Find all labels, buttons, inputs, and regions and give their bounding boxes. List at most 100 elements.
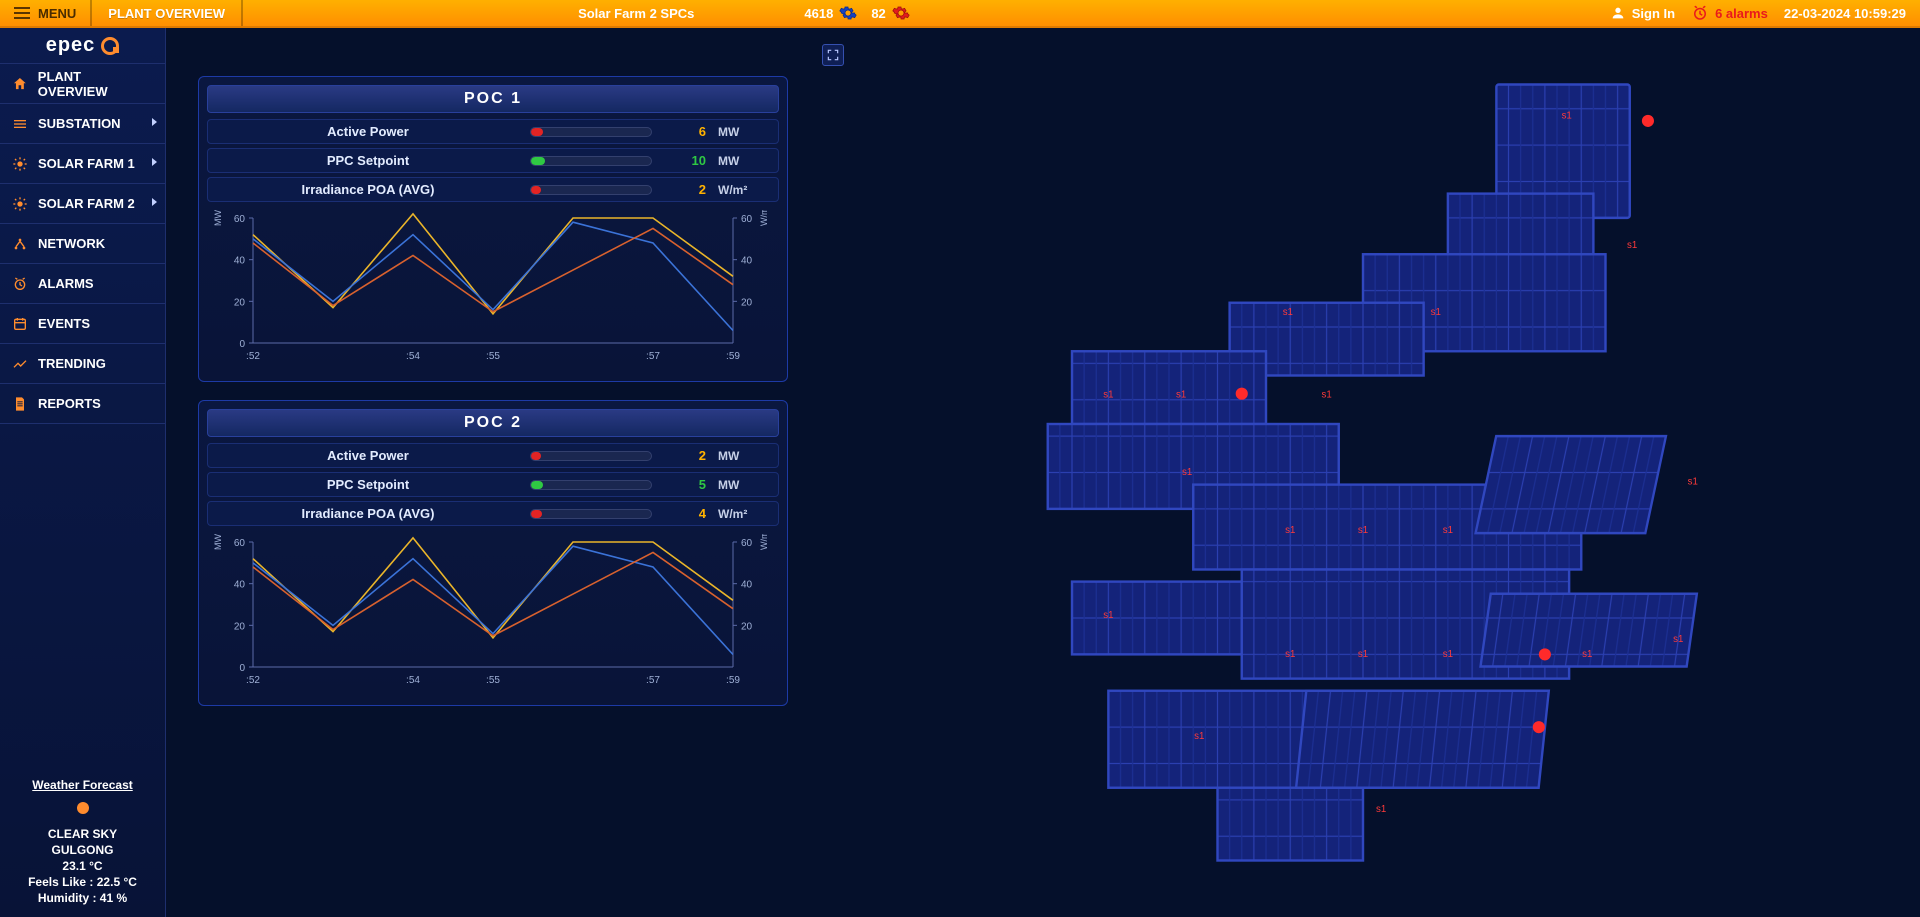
weather-temp: 23.1 °C — [8, 859, 157, 873]
sidebar-nav: PLANT OVERVIEW SUBSTATION SOLAR FARM 1 SOLA… — [0, 64, 165, 424]
poc1-row-1: PPC Setpoint10MW — [207, 148, 779, 173]
poc2-row-0: Active Power2MW — [207, 443, 779, 468]
svg-text:s1: s1 — [1285, 649, 1295, 660]
svg-text:40: 40 — [234, 256, 246, 267]
menu-button[interactable]: MENU — [0, 0, 92, 26]
sidebar-item-alarms[interactable]: ALARMS — [0, 264, 165, 304]
row-bar — [530, 451, 652, 461]
sidebar-item-label: REPORTS — [38, 396, 101, 411]
site-map[interactable]: s1 s1 s1 s1 s1 s1 s1 s1 s1 s1 s1 s1 s1 s… — [816, 36, 1910, 909]
sidebar-item-trending[interactable]: TRENDING — [0, 344, 165, 384]
row-unit: MW — [718, 125, 768, 139]
sidebar-item-label: ALARMS — [38, 276, 94, 291]
svg-text:s1: s1 — [1562, 110, 1572, 121]
row-bar — [530, 185, 652, 195]
poc2-row-2: Irradiance POA (AVG)4W/m² — [207, 501, 779, 526]
sidebar-item-solar-farm-1[interactable]: SOLAR FARM 1 — [0, 144, 165, 184]
sidebar-item-label: SOLAR FARM 1 — [38, 156, 135, 171]
svg-text:s1: s1 — [1582, 649, 1592, 660]
svg-text::57: :57 — [646, 675, 660, 686]
row-value: 10 — [664, 153, 706, 168]
left-column: POC 1 Active Power6MWPPC Setpoint10MWIrr… — [166, 28, 806, 917]
svg-text:20: 20 — [234, 621, 246, 632]
sidebar-item-substation[interactable]: SUBSTATION — [0, 104, 165, 144]
row-label: PPC Setpoint — [218, 477, 518, 492]
svg-text:40: 40 — [234, 580, 246, 591]
clock-icon — [12, 276, 28, 292]
top-metrics: 4618 82 — [804, 4, 909, 22]
sidebar-item-reports[interactable]: REPORTS — [0, 384, 165, 424]
svg-text:0: 0 — [239, 339, 245, 350]
svg-text:s1: s1 — [1673, 634, 1683, 645]
svg-text:s1: s1 — [1182, 467, 1192, 478]
row-label: Active Power — [218, 448, 518, 463]
row-value: 5 — [664, 477, 706, 492]
svg-text:s1: s1 — [1285, 525, 1295, 536]
brand[interactable]: epec — [0, 28, 165, 64]
sun-icon — [12, 156, 28, 172]
sidebar-item-label: NETWORK — [38, 236, 105, 251]
svg-text:s1: s1 — [1176, 389, 1186, 400]
svg-text::59: :59 — [726, 675, 740, 686]
menu-label: MENU — [38, 6, 76, 21]
svg-text:20: 20 — [234, 297, 246, 308]
row-bar — [530, 127, 652, 137]
sidebar-item-events[interactable]: EVENTS — [0, 304, 165, 344]
svg-text:s1: s1 — [1283, 307, 1293, 318]
user-icon — [1610, 5, 1626, 21]
svg-text:W/m²: W/m² — [759, 534, 769, 550]
svg-text:s1: s1 — [1103, 389, 1113, 400]
svg-text::54: :54 — [406, 675, 420, 686]
poc1-chart[interactable]: 0204060204060MWW/m²:52:54:55:57:59 — [213, 210, 773, 365]
svg-text:s1: s1 — [1443, 649, 1453, 660]
row-bar — [530, 156, 652, 166]
svg-text:60: 60 — [741, 538, 753, 549]
svg-text:s1: s1 — [1358, 649, 1368, 660]
page-title: Solar Farm 2 SPCs — [578, 6, 694, 21]
metric-2-value: 82 — [871, 6, 885, 21]
svg-text:s1: s1 — [1376, 804, 1386, 815]
sidebar-item-plant-overview[interactable]: PLANT OVERVIEW — [0, 64, 165, 104]
gear-icon-blue — [839, 4, 857, 22]
row-bar — [530, 509, 652, 519]
site-map-svg: s1 s1 s1 s1 s1 s1 s1 s1 s1 s1 s1 s1 s1 s… — [816, 36, 1910, 909]
weather-card: Weather Forecast CLEAR SKY GULGONG 23.1 … — [0, 770, 165, 917]
trend-icon — [12, 356, 28, 372]
main: POC 1 Active Power6MWPPC Setpoint10MWIrr… — [166, 28, 1920, 917]
svg-text:60: 60 — [234, 538, 246, 549]
signin-button[interactable]: Sign In — [1610, 5, 1675, 21]
gear-icon-red — [892, 4, 910, 22]
sidebar-item-label: SOLAR FARM 2 — [38, 196, 135, 211]
topbar: MENU PLANT OVERVIEW Solar Farm 2 SPCs 46… — [0, 0, 1920, 28]
row-unit: W/m² — [718, 183, 768, 197]
metric-1[interactable]: 4618 — [804, 4, 857, 22]
breadcrumb[interactable]: PLANT OVERVIEW — [92, 0, 243, 26]
svg-text::52: :52 — [246, 675, 260, 686]
sidebar-item-network[interactable]: NETWORK — [0, 224, 165, 264]
sidebar-item-solar-farm-2[interactable]: SOLAR FARM 2 — [0, 184, 165, 224]
sun-icon — [12, 196, 28, 212]
sidebar-item-label: SUBSTATION — [38, 116, 121, 131]
row-label: PPC Setpoint — [218, 153, 518, 168]
fullscreen-button[interactable] — [822, 44, 844, 66]
poc1-card: POC 1 Active Power6MWPPC Setpoint10MWIrr… — [198, 76, 788, 382]
sun-icon — [77, 802, 89, 814]
svg-text::57: :57 — [646, 351, 660, 362]
svg-text:s1: s1 — [1358, 525, 1368, 536]
alarms-label: 6 alarms — [1715, 6, 1768, 21]
metric-2[interactable]: 82 — [871, 4, 909, 22]
svg-text:MW: MW — [213, 210, 223, 226]
alarms-indicator[interactable]: 6 alarms — [1691, 4, 1768, 22]
svg-text:s1: s1 — [1103, 610, 1113, 621]
bars-icon — [12, 116, 28, 132]
svg-text::52: :52 — [246, 351, 260, 362]
chevron-right-icon — [152, 118, 157, 126]
svg-text:60: 60 — [234, 214, 246, 225]
signin-label: Sign In — [1632, 6, 1675, 21]
brand-text: epec — [46, 34, 96, 57]
weather-humidity: Humidity : 41 % — [8, 891, 157, 905]
poc2-chart[interactable]: 0204060204060MWW/m²:52:54:55:57:59 — [213, 534, 773, 689]
poc1-row-2: Irradiance POA (AVG)2W/m² — [207, 177, 779, 202]
poc2-title: POC 2 — [207, 409, 779, 437]
chevron-right-icon — [152, 198, 157, 206]
